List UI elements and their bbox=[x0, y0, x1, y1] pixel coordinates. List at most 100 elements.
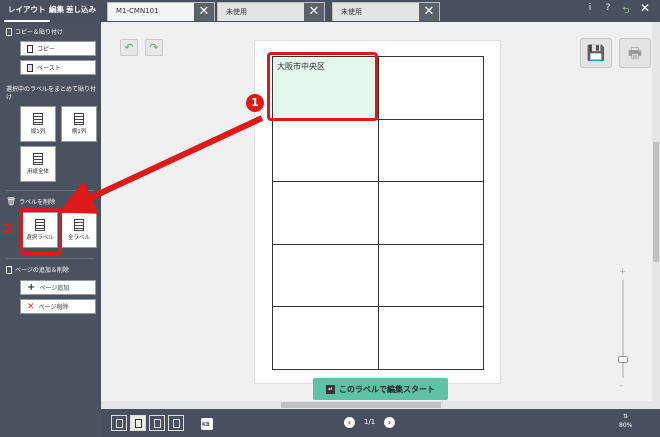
paste-whole-button[interactable]: 用紙全体 bbox=[20, 146, 56, 182]
view-page-button[interactable] bbox=[130, 415, 146, 431]
top-bar: レイアウト 編集 差し込み M1-CMN101 ✕ 未使用 ✕ 未使用 ✕ i … bbox=[0, 0, 660, 22]
section-pages: ページの追加＆削除 bbox=[6, 265, 69, 274]
document-icon bbox=[6, 27, 12, 36]
delete-all-button[interactable]: 全ラベル bbox=[61, 212, 97, 248]
label-cell[interactable] bbox=[377, 306, 484, 370]
sidebar: コピー＆貼り付け コピー ペースト 選択中のラベルをまとめて貼り付け 縦1列 横… bbox=[0, 22, 101, 437]
zoom-out-icon[interactable]: – bbox=[619, 381, 624, 391]
kb-weight-icon[interactable]: KB bbox=[200, 415, 214, 432]
delete-page-button[interactable]: ✕ ページ削除 bbox=[20, 299, 96, 314]
close-icon[interactable]: ✕ bbox=[419, 3, 439, 21]
file-tab-2[interactable]: 未使用 ✕ bbox=[217, 2, 325, 21]
label-cell[interactable] bbox=[272, 118, 379, 183]
selected-label-highlight bbox=[267, 52, 378, 121]
zoom-arrows-icon[interactable]: ⇅ bbox=[623, 413, 628, 420]
help-icon[interactable]: ? bbox=[601, 3, 615, 13]
button-label: ページ削除 bbox=[38, 304, 69, 311]
grid-delete-icon bbox=[35, 219, 45, 231]
add-page-button[interactable]: + ページ追加 bbox=[20, 280, 96, 295]
scroll-thumb[interactable] bbox=[281, 402, 441, 408]
section-title: ページの追加＆削除 bbox=[15, 267, 69, 274]
label-cell[interactable] bbox=[272, 243, 379, 308]
grid-delete-icon bbox=[74, 219, 84, 231]
section-copy-paste: コピー＆貼り付け bbox=[6, 27, 63, 36]
save-icon[interactable]: 💾 bbox=[580, 38, 612, 68]
copy-button[interactable]: コピー bbox=[20, 41, 96, 56]
grid-icon bbox=[33, 113, 43, 125]
label-cell[interactable] bbox=[272, 181, 379, 245]
page-icon bbox=[6, 265, 12, 274]
page-view-icon bbox=[116, 419, 123, 428]
trash-icon: 🗑 bbox=[6, 197, 17, 206]
zoom-slider[interactable]: + – bbox=[618, 267, 628, 392]
close-icon[interactable]: ✕ bbox=[304, 3, 324, 21]
button-label: 全ラベル bbox=[67, 235, 90, 241]
divider bbox=[6, 190, 94, 191]
info-icon[interactable]: i bbox=[583, 3, 597, 13]
page-view-icon bbox=[154, 419, 161, 428]
page-view-icon bbox=[173, 419, 180, 428]
button-label: ページ追加 bbox=[39, 285, 70, 292]
prev-page-icon[interactable]: ‹ bbox=[344, 417, 355, 428]
plus-icon: + bbox=[27, 282, 36, 293]
page-indicator: 1/1 bbox=[364, 418, 376, 426]
zoom-knob[interactable] bbox=[618, 356, 628, 363]
button-label: コピー bbox=[37, 46, 56, 53]
zoom-in-icon[interactable]: + bbox=[619, 267, 627, 277]
next-page-icon[interactable]: › bbox=[384, 417, 395, 428]
copy-icon bbox=[27, 44, 33, 53]
file-tab-title: 未使用 bbox=[226, 8, 247, 16]
file-tab-title: 未使用 bbox=[341, 8, 362, 16]
label-cell[interactable] bbox=[377, 181, 484, 245]
canvas-area: ↶ ↷ 💾 🖶 大阪市中央区 ↵ このラベルで編集スタート + – bbox=[101, 22, 660, 409]
view-width-button[interactable] bbox=[168, 415, 184, 431]
horizontal-scrollbar[interactable] bbox=[101, 401, 652, 409]
tab-merge[interactable]: 差し込み bbox=[62, 0, 100, 22]
button-label: 横1列 bbox=[71, 129, 87, 135]
undo-icon[interactable]: ↶ bbox=[120, 39, 138, 56]
zoom-level: 80% bbox=[619, 422, 633, 429]
file-tab-3[interactable]: 未使用 ✕ bbox=[332, 2, 440, 21]
close-icon[interactable]: ✕ bbox=[194, 3, 214, 21]
start-editing-button[interactable]: ↵ このラベルで編集スタート bbox=[313, 378, 448, 400]
paste-horizontal-button[interactable]: 横1列 bbox=[61, 106, 97, 142]
button-label: 選択ラベル bbox=[26, 235, 54, 241]
page-view-icon bbox=[135, 419, 142, 428]
label-cell[interactable] bbox=[377, 243, 484, 308]
button-label: 縦1列 bbox=[30, 129, 46, 135]
label-cell[interactable] bbox=[377, 118, 484, 183]
zoom-track[interactable] bbox=[622, 280, 624, 378]
bottom-bar: KB ‹ 1/1 › ⇅ 80% bbox=[101, 409, 660, 437]
paste-vertical-button[interactable]: 縦1列 bbox=[20, 106, 56, 142]
label-cell[interactable] bbox=[377, 56, 484, 120]
button-label: このラベルで編集スタート bbox=[339, 384, 436, 394]
section-title: コピー＆貼り付け bbox=[15, 29, 64, 36]
button-label: 用紙全体 bbox=[26, 169, 49, 175]
view-edit-button[interactable] bbox=[111, 415, 127, 431]
section-title: 選択中のラベルをまとめて貼り付け bbox=[6, 86, 97, 101]
delete-selected-button[interactable]: 選択ラベル bbox=[22, 212, 58, 248]
enter-icon: ↵ bbox=[325, 384, 336, 394]
tab-layout[interactable]: レイアウト bbox=[4, 0, 50, 22]
scroll-thumb[interactable] bbox=[653, 142, 659, 262]
view-fit-button[interactable] bbox=[149, 415, 165, 431]
file-tab-title: M1-CMN101 bbox=[116, 7, 159, 15]
section-bulk-paste: 選択中のラベルをまとめて貼り付け bbox=[6, 86, 96, 102]
paste-button[interactable]: ペースト bbox=[20, 60, 96, 75]
section-title: ラベルを削除 bbox=[19, 199, 56, 206]
grid-icon bbox=[74, 113, 84, 125]
button-label: ペースト bbox=[37, 65, 61, 72]
file-tab-1[interactable]: M1-CMN101 ✕ bbox=[107, 2, 215, 21]
kb-label: KB bbox=[202, 422, 210, 428]
back-icon[interactable]: ⮌ bbox=[619, 3, 633, 19]
section-delete: 🗑 ラベルを削除 bbox=[6, 197, 55, 206]
divider bbox=[6, 258, 94, 259]
grid-icon bbox=[33, 153, 43, 165]
paste-icon bbox=[27, 63, 33, 72]
vertical-scrollbar[interactable] bbox=[652, 22, 660, 409]
redo-icon[interactable]: ↷ bbox=[145, 39, 163, 56]
label-cell[interactable] bbox=[272, 306, 379, 370]
close-app-icon[interactable]: ✕ bbox=[638, 1, 652, 15]
x-icon: ✕ bbox=[27, 301, 35, 312]
print-icon[interactable]: 🖶 bbox=[619, 38, 651, 68]
